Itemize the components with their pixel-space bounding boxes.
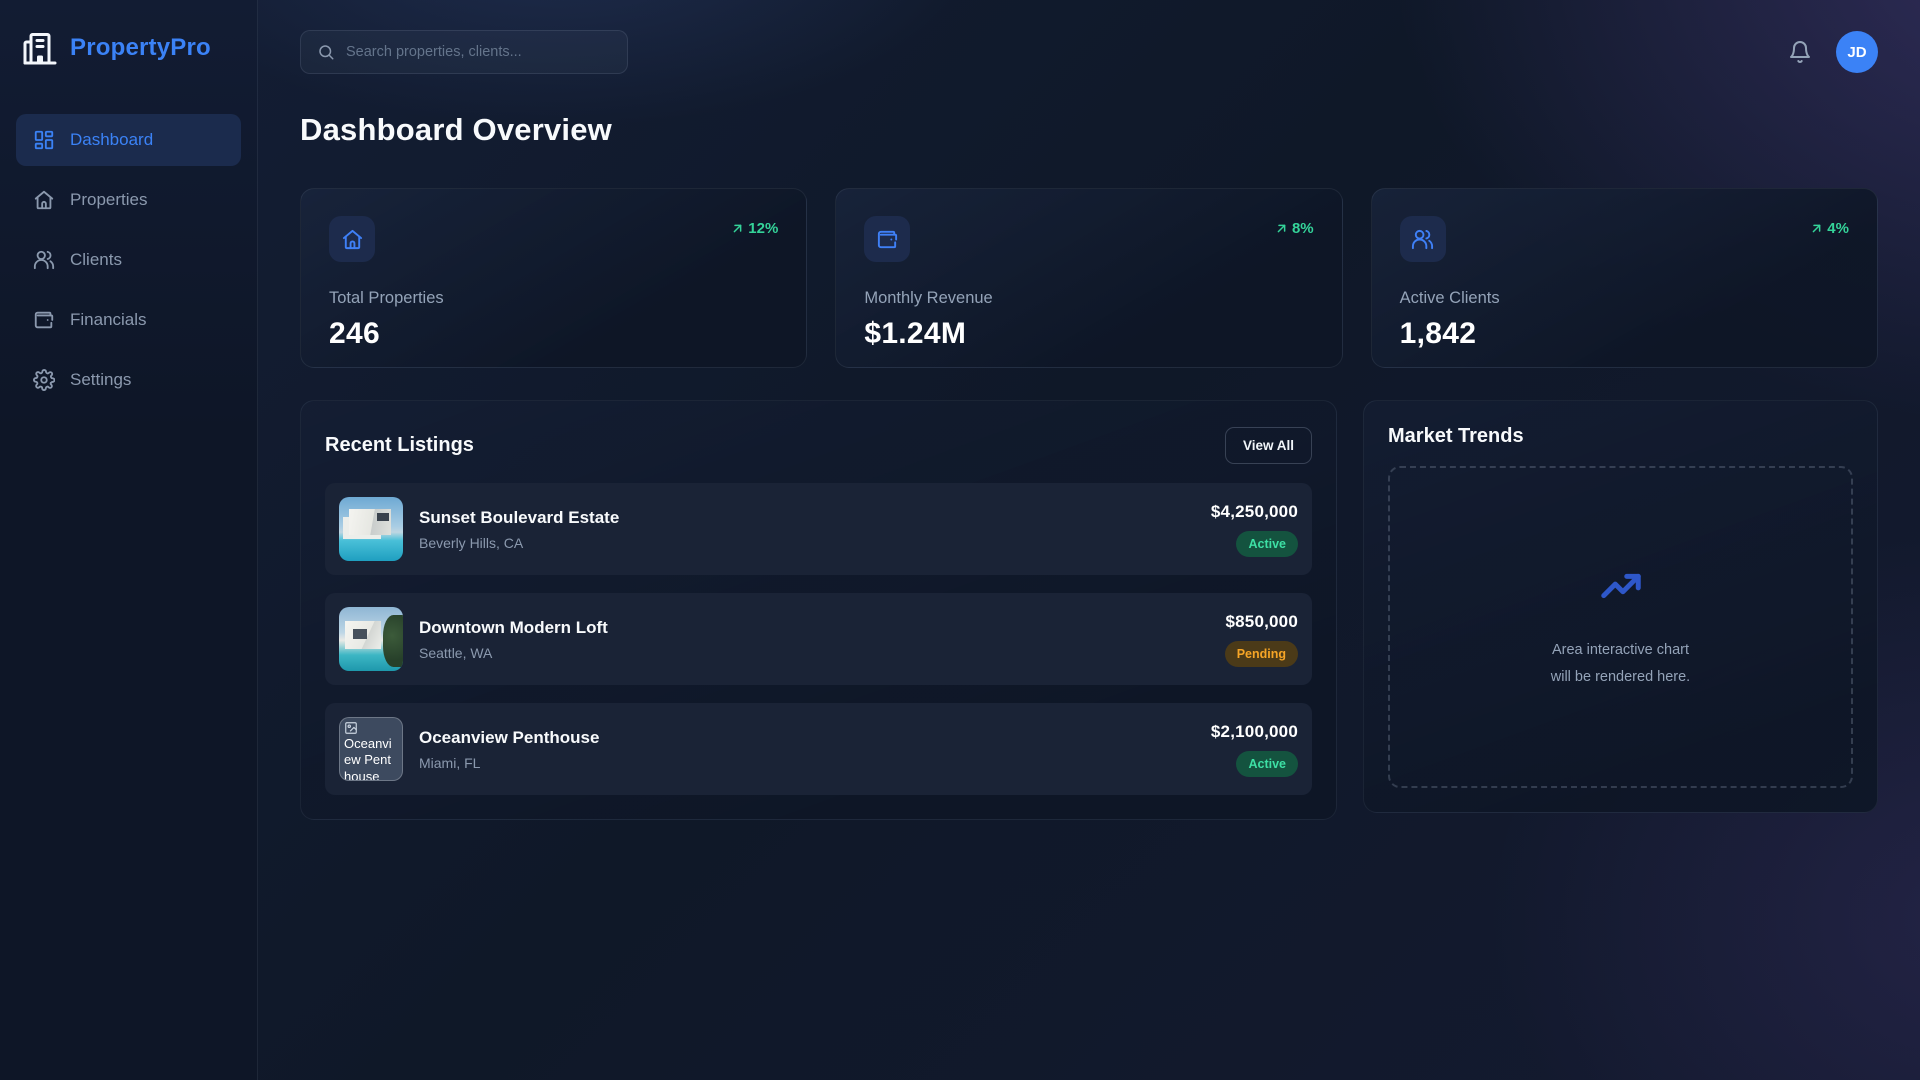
sidebar-item-clients[interactable]: Clients	[16, 234, 241, 286]
home-icon	[33, 189, 55, 211]
broken-image-alt-text: Oceanview Penthouse	[344, 736, 392, 781]
stat-cards: 12% Total Properties 246 8%	[300, 188, 1878, 368]
listing-location: Seattle, WA	[419, 645, 1209, 661]
broken-image-placeholder: Oceanview Penthouse	[339, 717, 403, 781]
home-icon	[329, 216, 375, 262]
building-icon	[22, 30, 58, 66]
stat-value: $1.24M	[864, 317, 1313, 351]
sidebar-item-settings[interactable]: Settings	[16, 354, 241, 406]
brand-name: PropertyPro	[70, 34, 211, 62]
sidebar-item-label: Financials	[70, 310, 147, 330]
listing-rows: Sunset Boulevard Estate Beverly Hills, C…	[325, 483, 1312, 795]
sidebar: PropertyPro Dashboard Properties	[0, 0, 258, 1080]
arrow-up-right-icon	[1274, 221, 1289, 236]
search-box[interactable]	[300, 30, 628, 74]
listing-row[interactable]: Sunset Boulevard Estate Beverly Hills, C…	[325, 483, 1312, 575]
search-icon	[317, 43, 335, 61]
users-icon	[33, 249, 55, 271]
stat-label: Active Clients	[1400, 289, 1849, 308]
topbar-actions: JD	[1788, 31, 1878, 73]
listing-name: Oceanview Penthouse	[419, 728, 1195, 748]
topbar: JD	[300, 30, 1878, 74]
sidebar-item-label: Properties	[70, 190, 147, 210]
dashboard-icon	[33, 129, 55, 151]
view-all-button[interactable]: View All	[1225, 427, 1312, 464]
broken-image-icon	[344, 721, 358, 735]
stat-value: 246	[329, 317, 778, 351]
stat-card-total-properties: 12% Total Properties 246	[300, 188, 807, 368]
main-content: JD Dashboard Overview 12% Total Properti…	[258, 0, 1920, 1080]
listing-price: $2,100,000	[1211, 722, 1298, 742]
sidebar-item-label: Dashboard	[70, 130, 153, 150]
brand-logo: PropertyPro	[16, 26, 241, 66]
property-photo	[339, 497, 403, 561]
stat-value: 1,842	[1400, 317, 1849, 351]
page-title: Dashboard Overview	[300, 112, 1878, 148]
listing-location: Beverly Hills, CA	[419, 535, 1195, 551]
trend-indicator: 4%	[1809, 220, 1849, 237]
status-badge: Active	[1236, 751, 1298, 777]
chart-placeholder-text-line2: will be rendered here.	[1551, 664, 1690, 691]
status-badge: Pending	[1225, 641, 1298, 667]
search-input[interactable]	[346, 44, 611, 60]
sidebar-item-financials[interactable]: Financials	[16, 294, 241, 346]
sidebar-nav: Dashboard Properties Clients	[16, 114, 241, 406]
wallet-icon	[864, 216, 910, 262]
trend-indicator: 8%	[1274, 220, 1314, 237]
trend-indicator: 12%	[730, 220, 778, 237]
sidebar-item-properties[interactable]: Properties	[16, 174, 241, 226]
sidebar-item-label: Settings	[70, 370, 131, 390]
listing-name: Downtown Modern Loft	[419, 618, 1209, 638]
gear-icon	[33, 369, 55, 391]
content-row: Recent Listings View All Sunset Boulevar…	[300, 400, 1878, 820]
listing-price: $4,250,000	[1211, 502, 1298, 522]
status-badge: Active	[1236, 531, 1298, 557]
listing-row[interactable]: Downtown Modern Loft Seattle, WA $850,00…	[325, 593, 1312, 685]
recent-listings-panel: Recent Listings View All Sunset Boulevar…	[300, 400, 1337, 820]
user-avatar[interactable]: JD	[1836, 31, 1878, 73]
recent-listings-title: Recent Listings	[325, 434, 474, 457]
listing-price: $850,000	[1225, 612, 1298, 632]
arrow-up-right-icon	[1809, 221, 1824, 236]
users-icon	[1400, 216, 1446, 262]
trending-up-icon	[1598, 563, 1644, 609]
market-trends-panel: Market Trends Area interactive chart wil…	[1363, 400, 1878, 813]
sidebar-item-label: Clients	[70, 250, 122, 270]
wallet-icon	[33, 309, 55, 331]
arrow-up-right-icon	[730, 221, 745, 236]
stat-card-monthly-revenue: 8% Monthly Revenue $1.24M	[835, 188, 1342, 368]
bell-icon[interactable]	[1788, 40, 1812, 64]
sidebar-item-dashboard[interactable]: Dashboard	[16, 114, 241, 166]
listing-location: Miami, FL	[419, 755, 1195, 771]
stat-label: Total Properties	[329, 289, 778, 308]
chart-placeholder-text-line1: Area interactive chart	[1551, 637, 1690, 664]
listing-row[interactable]: Oceanview Penthouse Oceanview Penthouse …	[325, 703, 1312, 795]
stat-card-active-clients: 4% Active Clients 1,842	[1371, 188, 1878, 368]
listing-name: Sunset Boulevard Estate	[419, 508, 1195, 528]
market-trends-title: Market Trends	[1388, 425, 1524, 448]
chart-placeholder: Area interactive chart will be rendered …	[1388, 466, 1853, 788]
stat-label: Monthly Revenue	[864, 289, 1313, 308]
property-photo	[339, 607, 403, 671]
